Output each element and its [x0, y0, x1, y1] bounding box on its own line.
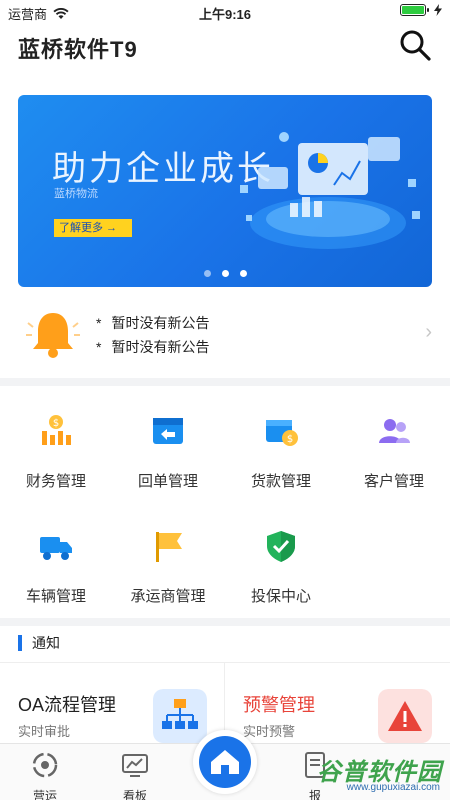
tab-label: 看板	[122, 789, 147, 800]
tab-home[interactable]	[193, 730, 257, 794]
announcement-item: * 暂时没有新公告	[96, 335, 209, 359]
status-bar: 运营商 上午9:16	[0, 0, 450, 24]
svg-text:$: $	[287, 434, 293, 445]
carousel-dots[interactable]	[18, 270, 432, 277]
promo-banner[interactable]: 助力企业成长 蓝桥物流 了解更多 →	[18, 95, 432, 287]
operation-icon	[32, 752, 58, 778]
watermark-url: www.gupuxiazai.com	[346, 782, 440, 793]
tab-board[interactable]: 看板	[90, 744, 180, 800]
menu-item-insurance[interactable]: 投保中心	[225, 510, 337, 620]
menu-item-payment[interactable]: $ 货款管理	[225, 395, 337, 505]
learn-more-button[interactable]: 了解更多 →	[54, 219, 132, 237]
payment-icon: $	[266, 420, 298, 446]
card-oa-workflow[interactable]: OA流程管理 实时审批	[0, 663, 225, 743]
tab-operation[interactable]: 营运	[0, 744, 90, 800]
bullet: *	[96, 339, 102, 355]
chevron-right-icon[interactable]: ›	[425, 321, 432, 344]
section-divider	[0, 618, 450, 626]
home-button[interactable]	[199, 736, 251, 788]
menu-item-vehicles[interactable]: 车辆管理	[0, 510, 112, 620]
battery-icon	[400, 4, 429, 16]
card-title: 预警管理	[243, 695, 315, 715]
bell-icon	[26, 313, 80, 358]
app-header: 蓝桥软件T9	[0, 24, 450, 70]
status-right	[400, 4, 442, 16]
site-watermark: 谷普软件园 www.gupuxiazai.com	[308, 752, 450, 800]
menu-label: 客户管理	[363, 473, 424, 490]
warning-icon	[378, 689, 432, 743]
tab-label: 营运	[32, 789, 57, 800]
status-time: 上午9:16	[198, 7, 252, 22]
search-icon[interactable]	[398, 28, 432, 62]
announcement-text: 暂时没有新公告	[111, 315, 210, 331]
svg-text:$: $	[53, 418, 59, 429]
home-icon	[211, 750, 239, 774]
flag-icon	[156, 532, 182, 562]
board-icon	[122, 754, 148, 777]
section-title: 通知	[32, 635, 60, 651]
dashboard-illustration	[240, 132, 420, 249]
menu-label: 回单管理	[137, 473, 198, 490]
menu-label: 投保中心	[250, 588, 311, 605]
app-title: 蓝桥软件T9	[18, 37, 138, 62]
menu-label: 车辆管理	[25, 588, 86, 605]
menu-label: 财务管理	[25, 473, 86, 490]
truck-icon	[40, 537, 72, 560]
carousel-dot[interactable]	[239, 270, 247, 277]
menu-item-carriers[interactable]: 承运商管理	[112, 510, 224, 620]
menu-item-customers[interactable]: 客户管理	[338, 395, 450, 505]
card-subtitle: 实时审批	[18, 724, 71, 739]
card-alerts[interactable]: 预警管理 实时预警	[225, 663, 450, 743]
menu-label: 承运商管理	[130, 588, 206, 605]
bullet: *	[96, 315, 102, 331]
carousel-dot[interactable]	[221, 270, 229, 277]
menu-item-receipt[interactable]: 回单管理	[112, 395, 224, 505]
shield-icon	[267, 531, 295, 562]
menu-label: 货款管理	[250, 473, 311, 490]
section-divider	[0, 378, 450, 386]
section-header: 通知	[18, 633, 60, 653]
section-accent-bar	[18, 635, 22, 651]
announcement-text: 暂时没有新公告	[111, 339, 210, 355]
customers-icon	[379, 419, 410, 443]
carousel-dot[interactable]	[203, 270, 211, 277]
announcement-bar[interactable]: * 暂时没有新公告 * 暂时没有新公告 ›	[0, 297, 450, 375]
charging-icon	[434, 4, 442, 16]
announcement-list: * 暂时没有新公告 * 暂时没有新公告	[96, 311, 209, 359]
org-chart-icon	[153, 689, 207, 743]
announcement-item: * 暂时没有新公告	[96, 311, 209, 335]
card-title: OA流程管理	[18, 695, 117, 715]
menu-item-finance[interactable]: $ 财务管理	[0, 395, 112, 505]
finance-icon: $	[42, 415, 71, 445]
banner-subtitle: 蓝桥物流	[54, 188, 98, 200]
receipt-icon	[153, 418, 183, 444]
